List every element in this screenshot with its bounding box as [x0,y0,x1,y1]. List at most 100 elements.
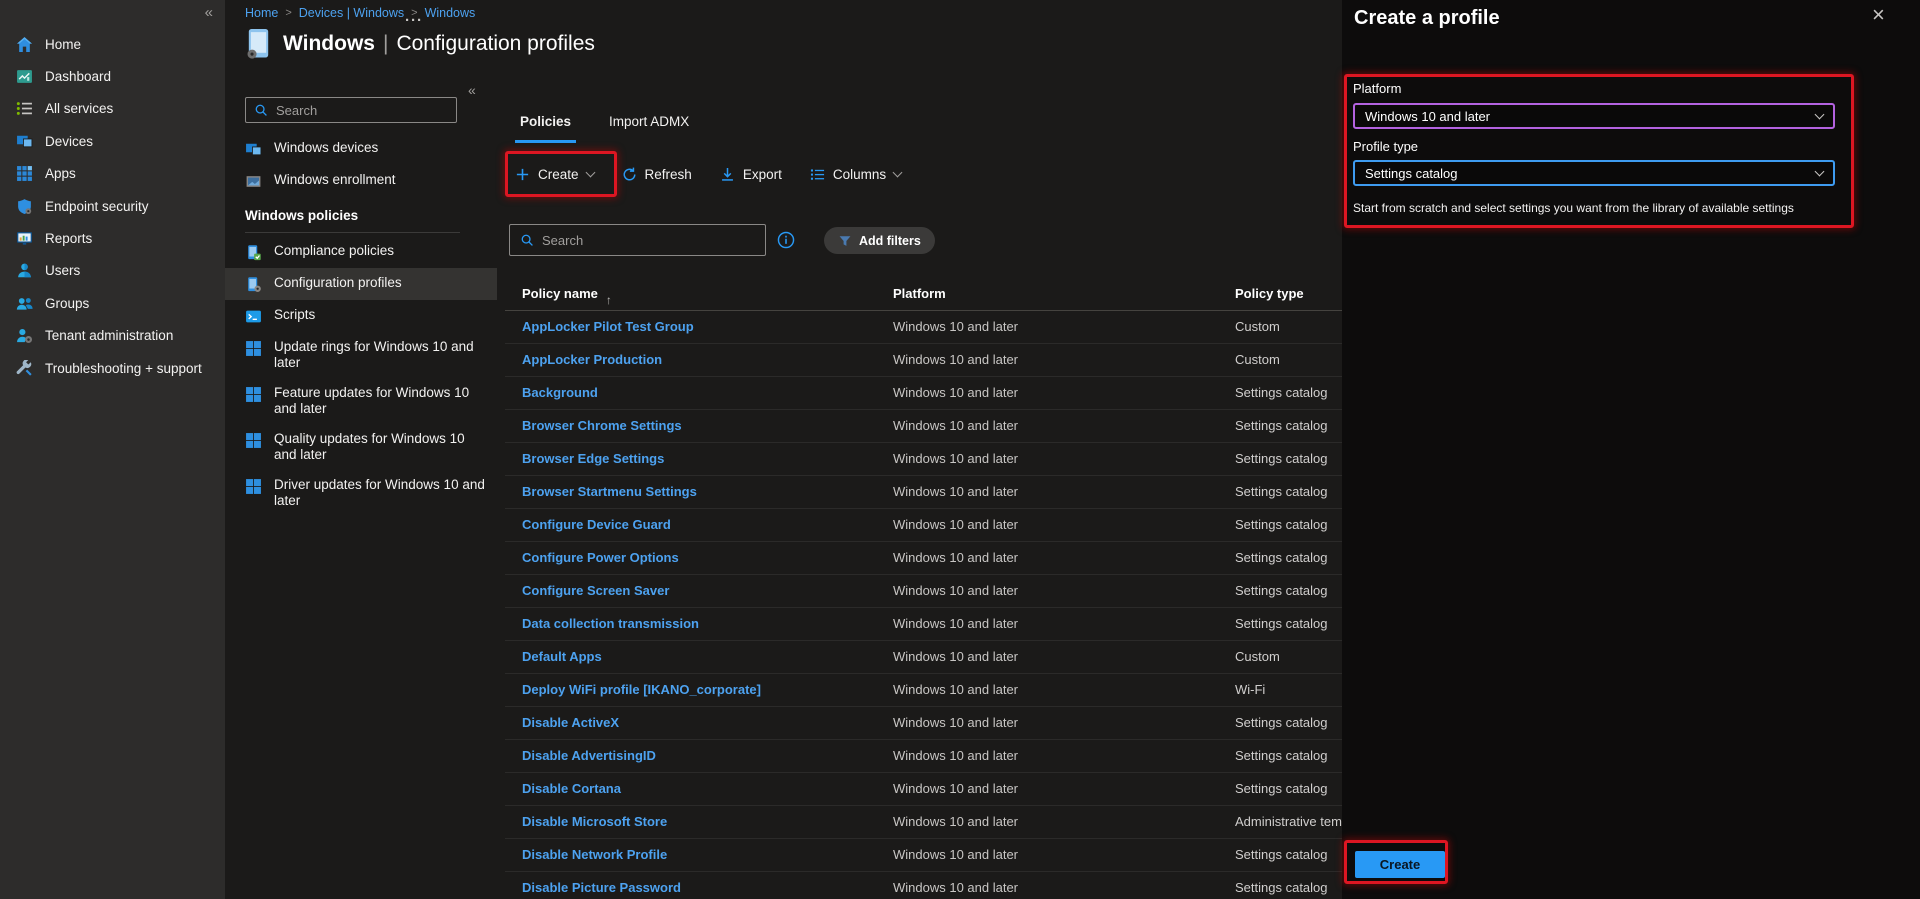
policy-name-link[interactable]: Disable Cortana [522,781,621,796]
sidebar-item-label: Users [45,263,81,279]
policy-name-link[interactable]: Configure Screen Saver [522,583,669,598]
refresh-button[interactable]: Refresh [622,167,692,182]
sidebar2-item-label: Windows devices [274,140,379,155]
info-icon[interactable] [777,231,795,249]
windows-logo-icon [245,386,262,403]
policy-table: AppLocker Pilot Test Group Windows 10 and… [505,311,1365,899]
tab-bar: Policies Import ADMX [515,108,694,143]
columns-button[interactable]: Columns [810,167,903,182]
sidebar-item-groups[interactable]: Groups [0,287,225,319]
table-row: Disable AdvertisingID Windows 10 and late… [505,740,1365,773]
close-icon[interactable]: × [1872,4,1885,26]
chevron-down-icon [1814,166,1825,176]
apps-icon [16,165,33,182]
filter-funnel-icon [838,234,852,248]
sidebar2-item-configuration-profiles[interactable]: Configuration profiles [225,268,497,300]
platform-dropdown[interactable]: Windows 10 and later [1353,103,1835,129]
sidebar-item-dashboard[interactable]: Dashboard [0,60,225,92]
sidebar-item-reports[interactable]: Reports [0,222,225,254]
policy-name-link[interactable]: Disable Microsoft Store [522,814,667,829]
policy-name-link[interactable]: Disable ActiveX [522,715,619,730]
policy-platform: Windows 10 and later [893,319,1019,334]
tab-import-admx[interactable]: Import ADMX [604,108,694,143]
sidebar-item-home[interactable]: Home [0,28,225,60]
table-row: Default Apps Windows 10 and later Custom [505,641,1365,674]
sidebar2-item-feature-updates-for-windows-10-and-later[interactable]: Feature updates for Windows 10 and later [225,378,505,424]
sidebar-item-label: Home [45,36,82,52]
chevron-down-icon [1814,109,1825,119]
sidebar2-item-quality-updates-for-windows-10-and-later[interactable]: Quality updates for Windows 10 and later [225,424,505,470]
policy-platform: Windows 10 and later [893,418,1019,433]
sidebar-search-input[interactable] [276,102,448,118]
policy-type: Custom [1235,352,1280,367]
table-search-input[interactable] [542,232,755,248]
panel-title: Create a profile [1354,7,1500,29]
secondary-nav-top-list: Windows devices Windows enrollment [225,133,505,197]
primary-sidebar-collapse-icon[interactable]: « [205,4,213,21]
sidebar-item-all-services[interactable]: All services [0,93,225,125]
policy-platform: Windows 10 and later [893,550,1019,565]
create-button[interactable]: Create [515,167,595,182]
policy-name-link[interactable]: Background [522,385,598,400]
sidebar-item-devices[interactable]: Devices [0,125,225,157]
sidebar2-item-scripts[interactable]: Scripts [225,300,505,332]
windows-logo-icon [245,340,262,357]
refresh-button-label: Refresh [644,166,692,182]
secondary-nav-list: Compliance policies Configuration profile… [225,236,505,516]
policy-name-link[interactable]: Data collection transmission [522,616,699,631]
policy-name-link[interactable]: Configure Power Options [522,550,679,565]
policy-name-link[interactable]: Configure Device Guard [522,517,671,532]
troubleshooting-icon [16,359,33,377]
sidebar-item-troubleshooting-support[interactable]: Troubleshooting + support [0,352,225,384]
table-row: Browser Startmenu Settings Windows 10 and… [505,476,1365,509]
home-icon [16,36,33,53]
platform-label: Platform [1353,81,1402,96]
sidebar2-item-windows-devices[interactable]: Windows devices [225,133,505,165]
endpoint-security-icon [16,198,33,215]
policy-name-link[interactable]: Disable Network Profile [522,847,667,862]
sidebar2-item-windows-enrollment[interactable]: Windows enrollment [225,165,505,197]
all-services-icon [16,100,33,117]
sidebar-item-apps[interactable]: Apps [0,158,225,190]
sidebar-item-tenant-administration[interactable]: Tenant administration [0,320,225,352]
policy-name-link[interactable]: AppLocker Pilot Test Group [522,319,694,334]
sidebar-search-box[interactable] [245,97,457,123]
profile-type-dropdown[interactable]: Settings catalog [1353,160,1835,186]
policy-name-link[interactable]: Browser Chrome Settings [522,418,682,433]
add-filters-button[interactable]: Add filters [824,227,935,254]
table-row: Disable ActiveX Windows 10 and later Setti… [505,707,1365,740]
table-header: Policy name ↑ Platform Policy type [505,279,1365,311]
panel-create-button[interactable]: Create [1355,851,1445,878]
policy-platform: Windows 10 and later [893,748,1019,763]
column-header-policy-type[interactable]: Policy type [1235,286,1304,301]
policy-type: Custom [1235,319,1280,334]
sidebar2-item-update-rings-for-windows-10-and-later[interactable]: Update rings for Windows 10 and later [225,332,505,378]
column-header-policy-name[interactable]: Policy name ↑ [522,286,612,307]
policy-platform: Windows 10 and later [893,451,1019,466]
sidebar-item-users[interactable]: Users [0,255,225,287]
policy-name-link[interactable]: Disable AdvertisingID [522,748,656,763]
export-button[interactable]: Export [720,167,782,182]
table-search-box[interactable] [509,224,766,256]
policy-name-link[interactable]: Browser Startmenu Settings [522,484,697,499]
tab-policies[interactable]: Policies [515,108,577,143]
sidebar2-item-label: Scripts [274,307,316,322]
sidebar2-item-driver-updates-for-windows-10-and-later[interactable]: Driver updates for Windows 10 and later [225,470,505,516]
search-icon [520,233,534,247]
sidebar2-item-label: Windows enrollment [274,172,396,187]
policy-platform: Windows 10 and later [893,880,1019,895]
policy-name-link[interactable]: Default Apps [522,649,602,664]
table-row: Configure Device Guard Windows 10 and lat… [505,509,1365,542]
column-header-platform[interactable]: Platform [893,286,946,301]
sidebar2-item-compliance-policies[interactable]: Compliance policies [225,236,505,268]
policy-name-link[interactable]: Deploy WiFi profile [IKANO_corporate] [522,682,761,697]
windows-logo-icon [245,478,262,495]
policy-name-link[interactable]: Browser Edge Settings [522,451,664,466]
secondary-sidebar-collapse-icon[interactable]: « [468,82,476,98]
policy-name-link[interactable]: AppLocker Production [522,352,662,367]
policy-type: Settings catalog [1235,385,1328,400]
sidebar-item-endpoint-security[interactable]: Endpoint security [0,190,225,222]
policy-type: Settings catalog [1235,781,1328,796]
policy-name-link[interactable]: Disable Picture Password [522,880,681,895]
platform-dropdown-value: Windows 10 and later [1365,108,1491,124]
